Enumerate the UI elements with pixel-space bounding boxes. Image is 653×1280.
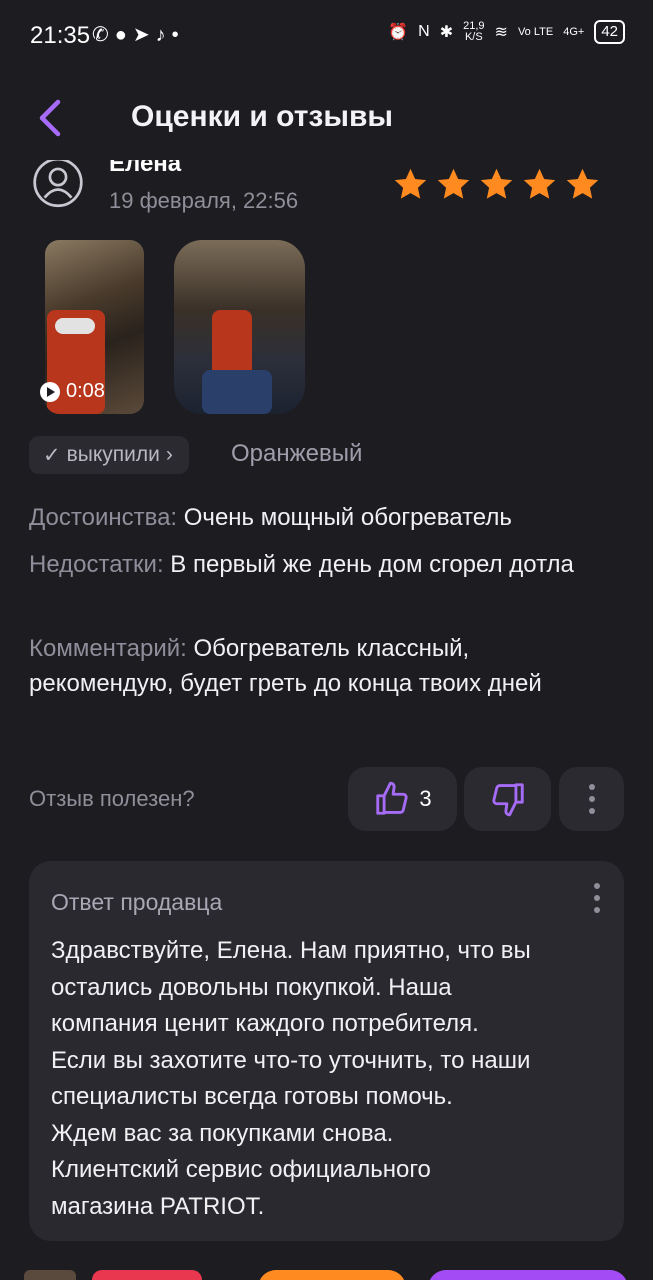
star-icon xyxy=(437,168,470,199)
bottom-purchase-bar xyxy=(0,1262,653,1280)
signal-label: 4G+ xyxy=(563,25,585,38)
thumbs-down-icon xyxy=(491,783,524,817)
thumbs-up-icon xyxy=(376,781,408,815)
review-author-name: Елена xyxy=(109,160,182,177)
video-duration-badge: 0:08 xyxy=(40,380,105,403)
more-vertical-icon xyxy=(588,784,595,814)
product-price xyxy=(92,1270,202,1280)
pros-text: Очень мощный обогреватель xyxy=(183,504,512,531)
more-vertical-icon xyxy=(594,883,600,913)
alarm-icon: ⏰ xyxy=(388,24,409,41)
like-button[interactable]: 3 xyxy=(348,767,457,831)
top-app-bar: Оценки и отзывы xyxy=(0,80,653,160)
dislike-button[interactable] xyxy=(464,767,551,831)
thumbnail-detail xyxy=(55,318,95,334)
nfc-icon: N xyxy=(418,23,430,40)
seller-reply-text: Здравствуйте, Елена. Нам приятно, что вы… xyxy=(51,937,531,1220)
seller-reply-more-button[interactable] xyxy=(594,883,600,913)
cons-label: Недостатки: xyxy=(29,551,164,578)
like-count: 3 xyxy=(419,786,432,811)
avatar-icon xyxy=(33,160,83,208)
wifi-icon: ≋ xyxy=(494,24,508,41)
star-icon xyxy=(523,168,556,199)
rating-stars xyxy=(392,166,601,203)
star-icon xyxy=(480,168,513,199)
star-icon xyxy=(566,168,599,199)
status-bar: 21:35 ✆●➤♪• ⏰ N ✱ 21,9 K/S ≋ Vo LTE 4G+ … xyxy=(0,0,653,70)
pros-label: Достоинства: xyxy=(29,504,178,531)
dot-icon: • xyxy=(171,24,185,46)
review-more-button[interactable] xyxy=(559,767,624,831)
bought-badge[interactable]: ✓ выкупили › xyxy=(29,436,189,474)
notification-icons: ✆●➤♪• xyxy=(92,22,185,47)
back-button[interactable] xyxy=(28,94,78,144)
pros-field: Достоинства: Очень мощный обогреватель xyxy=(29,500,619,535)
whatsapp-icon: ✆ xyxy=(92,24,115,46)
seller-reply-title: Ответ продавца xyxy=(51,889,223,915)
review-photo-thumbnail[interactable] xyxy=(174,240,305,414)
star-icon xyxy=(394,168,427,199)
review-date: 19 февраля, 22:56 xyxy=(109,188,299,213)
bought-label: выкупили xyxy=(66,443,160,466)
buy-now-button[interactable] xyxy=(428,1270,628,1280)
lte-label: Vo LTE xyxy=(517,25,554,38)
color-variant: Оранжевый xyxy=(231,440,363,467)
cons-field: Недостатки: В первый же день дом сгорел … xyxy=(29,547,619,582)
net-speed-unit: K/S xyxy=(464,31,483,43)
comment-label: Комментарий: xyxy=(29,635,187,662)
chat-icon: ● xyxy=(114,24,133,46)
net-speed: 21,9 K/S xyxy=(463,21,484,43)
play-icon xyxy=(40,381,60,402)
comment-field: Комментарий: Обогреватель классный, реко… xyxy=(29,631,619,701)
chevron-right-icon: › xyxy=(165,443,173,466)
add-to-cart-button[interactable] xyxy=(258,1270,406,1280)
product-thumbnail[interactable] xyxy=(24,1270,76,1280)
page-title: Оценки и отзывы xyxy=(131,100,394,133)
tiktok-icon: ♪ xyxy=(155,24,172,46)
video-duration: 0:08 xyxy=(66,380,105,402)
cons-text: В первый же день дом сгорел дотла xyxy=(170,551,574,578)
helpful-label: Отзыв полезен? xyxy=(29,786,195,811)
status-right: ⏰ N ✱ 21,9 K/S ≋ Vo LTE 4G+ 42 xyxy=(388,20,625,44)
battery-indicator: 42 xyxy=(594,20,625,44)
status-time: 21:35 xyxy=(30,22,91,49)
telegram-icon: ➤ xyxy=(132,24,156,46)
check-icon: ✓ xyxy=(43,443,61,467)
seller-reply-card: Ответ продавца Здравствуйте, Елена. Нам … xyxy=(29,861,624,1241)
bluetooth-icon: ✱ xyxy=(439,24,454,41)
chevron-left-icon xyxy=(39,99,61,137)
thumbnail-detail xyxy=(202,370,272,414)
